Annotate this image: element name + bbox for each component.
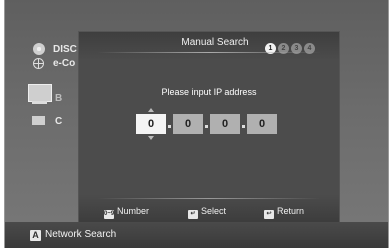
hint-return[interactable]: ↩ Return [264, 206, 304, 219]
hint-select[interactable]: ↵ Select [188, 206, 226, 219]
number-keys-icon: 0~9 [104, 210, 115, 219]
enter-key-icon: ↵ [188, 210, 198, 219]
ip-separator [205, 125, 208, 128]
sidebar-item-disc[interactable]: DISC [53, 44, 77, 55]
arrow-up-icon [148, 108, 154, 112]
title-divider [97, 52, 321, 53]
footer-divider [97, 198, 321, 199]
a-key-icon: A [30, 230, 41, 241]
hint-number[interactable]: 0~9 Number [104, 206, 149, 219]
ip-octet-2[interactable]: 0 [173, 114, 203, 134]
globe-icon [33, 58, 44, 69]
disc-icon [33, 43, 45, 55]
ip-separator [168, 125, 171, 128]
ip-octet-4[interactable]: 0 [247, 114, 277, 134]
monitor-icon [28, 84, 52, 102]
manual-search-dialog: Manual Search 1234 Please input IP addre… [78, 31, 340, 224]
sidebar-item-econtent[interactable]: e-Co [53, 58, 75, 69]
small-monitor-icon [32, 116, 45, 125]
tv-screen: DISC e-Co B C Manual Search 1234 Please … [4, 0, 389, 224]
ip-octet-3[interactable]: 0 [210, 114, 240, 134]
network-search-button[interactable]: Network Search [45, 229, 116, 240]
sidebar-item-c[interactable]: C [55, 116, 62, 127]
monitor-stand [32, 101, 47, 104]
ip-octet-1[interactable]: 0 [136, 108, 166, 140]
ip-prompt: Please input IP address [161, 87, 257, 97]
bottom-bar: A Network Search [4, 222, 389, 248]
arrow-down-icon [148, 136, 154, 140]
return-key-icon: ↩ [264, 210, 274, 219]
sidebar-item-b[interactable]: B [55, 93, 62, 104]
ip-separator [242, 125, 245, 128]
